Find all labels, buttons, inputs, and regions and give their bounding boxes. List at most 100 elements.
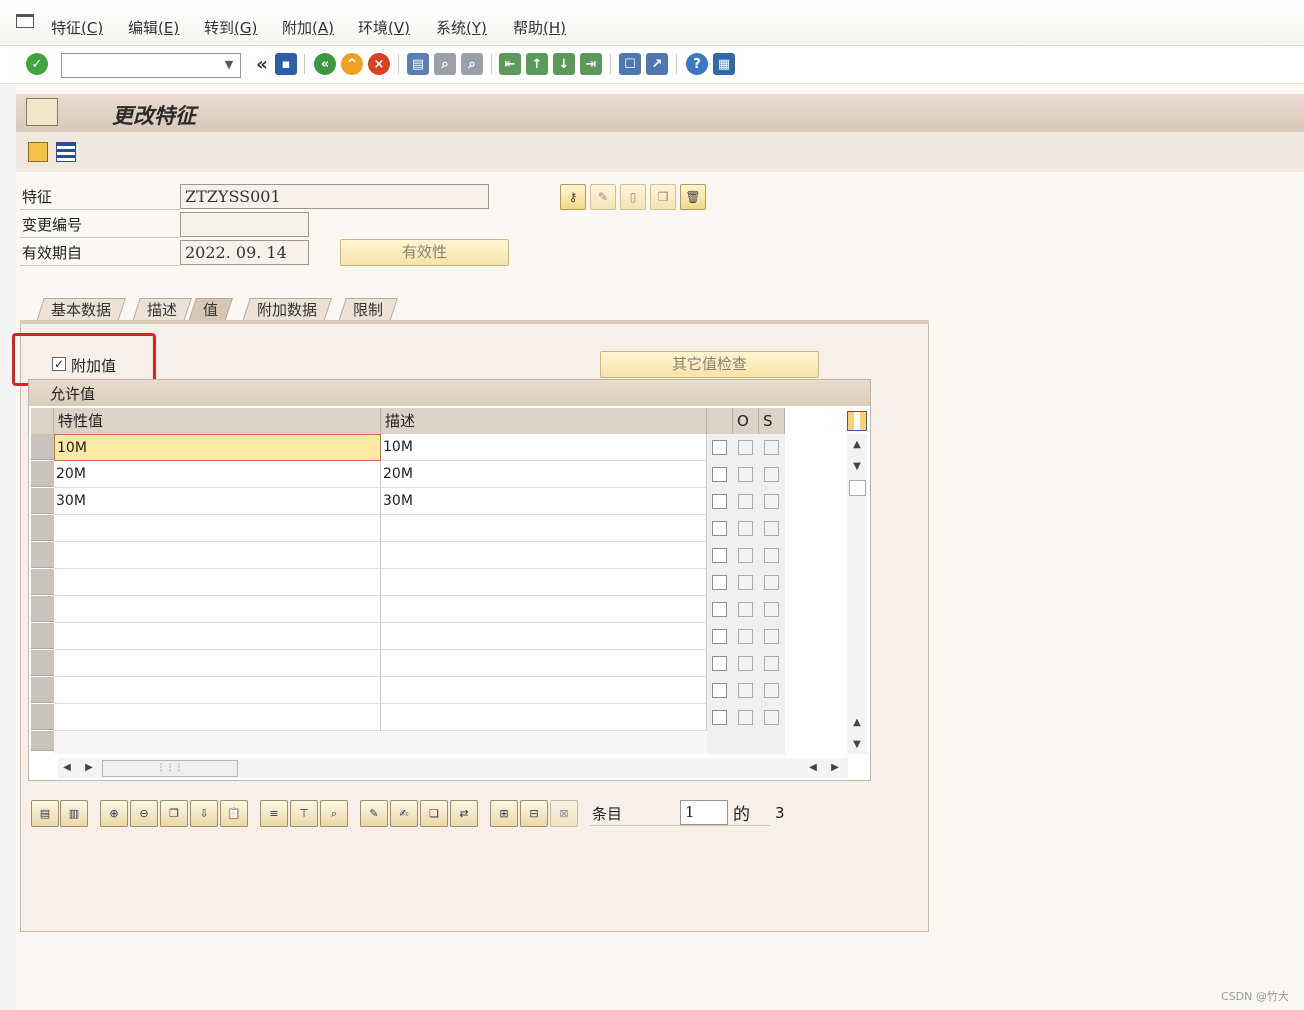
default-checkbox[interactable]	[712, 575, 727, 590]
s-checkbox[interactable]	[764, 683, 779, 698]
hierarchy-icon[interactable]	[56, 142, 76, 162]
entry-field[interactable]: 1	[680, 800, 728, 825]
menu-window-icon[interactable]	[16, 14, 34, 28]
row-selector[interactable]	[31, 515, 54, 541]
scroll-far-right-icon[interactable]: ▶	[826, 759, 844, 777]
print-icon[interactable]: ▤	[407, 53, 429, 75]
validity-button[interactable]: 有效性	[340, 239, 509, 266]
cell-value[interactable]: 20M	[54, 461, 381, 488]
column-header-description[interactable]: 描述	[381, 408, 707, 434]
row-selector[interactable]	[31, 434, 54, 460]
find-icon[interactable]: ⌕	[434, 53, 456, 75]
shortcut-icon[interactable]: ↗	[646, 53, 668, 75]
display-change-icon[interactable]	[28, 142, 48, 162]
o-checkbox[interactable]	[738, 710, 753, 725]
new-session-icon[interactable]: ☐	[619, 53, 641, 75]
cell-value[interactable]	[54, 542, 381, 569]
command-field[interactable]	[61, 53, 241, 78]
cell-value[interactable]	[54, 677, 381, 704]
transaction-menu-icon[interactable]	[26, 98, 58, 126]
menu-characteristic[interactable]: 特征(C)	[51, 17, 103, 38]
binoculars-icon[interactable]: ⌕	[320, 800, 348, 827]
cell-value[interactable]	[54, 623, 381, 650]
o-checkbox[interactable]	[738, 440, 753, 455]
tab-basic-data[interactable]: 基本数据	[36, 298, 126, 322]
row-selector[interactable]	[31, 650, 54, 676]
save-icon[interactable]: ▪	[275, 53, 297, 75]
prev-page-icon[interactable]: ↑	[526, 53, 548, 75]
column-header-default[interactable]	[707, 408, 733, 434]
select-all-header[interactable]	[31, 408, 54, 434]
copy-document-icon[interactable]: ❏	[420, 800, 448, 827]
cancel-icon[interactable]: ×	[368, 53, 390, 75]
menu-help[interactable]: 帮助(H)	[513, 17, 566, 38]
command-history-dropdown-icon[interactable]: ▼	[220, 56, 238, 74]
default-checkbox[interactable]	[712, 467, 727, 482]
delete-trash-icon[interactable]: 🗑	[680, 184, 706, 210]
scroll-page-up-icon[interactable]: ▲	[848, 714, 866, 732]
row-selector[interactable]	[31, 731, 54, 751]
o-checkbox[interactable]	[738, 656, 753, 671]
cell-description[interactable]	[381, 569, 707, 596]
row-selector[interactable]	[31, 623, 54, 649]
row-selector[interactable]	[31, 677, 54, 703]
cell-description[interactable]	[381, 596, 707, 623]
delete-row-icon[interactable]: ⊖	[130, 800, 158, 827]
detail-icon[interactable]: ▤	[31, 800, 59, 827]
o-checkbox[interactable]	[738, 683, 753, 698]
scroll-down-icon[interactable]: ▼	[848, 458, 866, 476]
scroll-left-icon[interactable]: ◀	[58, 759, 76, 777]
horizontal-scroll-thumb[interactable]: ⋮⋮⋮	[102, 760, 238, 777]
default-checkbox[interactable]	[712, 548, 727, 563]
o-checkbox[interactable]	[738, 629, 753, 644]
table-settings-icon[interactable]	[847, 411, 867, 431]
back-icon[interactable]: «	[314, 53, 336, 75]
default-checkbox[interactable]	[712, 494, 727, 509]
default-checkbox[interactable]	[712, 656, 727, 671]
cell-value[interactable]	[54, 569, 381, 596]
edit-pencil-icon[interactable]: ✎	[590, 184, 616, 210]
edit-document-icon[interactable]: ✍	[390, 800, 418, 827]
s-checkbox[interactable]	[764, 494, 779, 509]
row-selector[interactable]	[31, 461, 54, 487]
s-checkbox[interactable]	[764, 575, 779, 590]
scroll-far-left-icon[interactable]: ◀	[804, 759, 822, 777]
cell-description[interactable]: 30M	[381, 488, 707, 515]
row-selector[interactable]	[31, 542, 54, 568]
s-checkbox[interactable]	[764, 467, 779, 482]
column-header-value[interactable]: 特性值	[54, 408, 381, 434]
find-next-icon[interactable]: ⌕	[461, 53, 483, 75]
menu-environment[interactable]: 环境(V)	[358, 17, 410, 38]
default-checkbox[interactable]	[712, 440, 727, 455]
tab-additional-data[interactable]: 附加数据	[242, 298, 332, 322]
next-page-icon[interactable]: ↓	[553, 53, 575, 75]
change-document-icon[interactable]: ✎	[360, 800, 388, 827]
s-checkbox[interactable]	[764, 548, 779, 563]
row-selector[interactable]	[31, 596, 54, 622]
s-checkbox[interactable]	[764, 710, 779, 725]
first-page-icon[interactable]: ⇤	[499, 53, 521, 75]
cell-value[interactable]	[54, 650, 381, 677]
swap-icon[interactable]: ⇄	[450, 800, 478, 827]
s-checkbox[interactable]	[764, 656, 779, 671]
row-selector[interactable]	[31, 488, 54, 514]
menu-edit[interactable]: 编辑(E)	[128, 17, 179, 38]
where-used-icon[interactable]: ⚷	[560, 184, 586, 210]
valid-from-field[interactable]: 2022. 09. 14	[180, 240, 309, 265]
cell-value[interactable]	[54, 704, 381, 731]
cell-description[interactable]	[381, 677, 707, 704]
default-checkbox[interactable]	[712, 521, 727, 536]
s-checkbox[interactable]	[764, 440, 779, 455]
s-checkbox[interactable]	[764, 629, 779, 644]
o-checkbox[interactable]	[738, 602, 753, 617]
row-selector[interactable]	[31, 704, 54, 730]
o-checkbox[interactable]	[738, 521, 753, 536]
cell-description[interactable]	[381, 650, 707, 677]
o-checkbox[interactable]	[738, 494, 753, 509]
s-checkbox[interactable]	[764, 521, 779, 536]
align-icon[interactable]: ≡	[260, 800, 288, 827]
back-arrows-icon[interactable]: «	[251, 53, 273, 75]
cell-description[interactable]: 20M	[381, 461, 707, 488]
column-header-o[interactable]: O	[733, 408, 759, 434]
insert-row-icon[interactable]: ⊕	[100, 800, 128, 827]
